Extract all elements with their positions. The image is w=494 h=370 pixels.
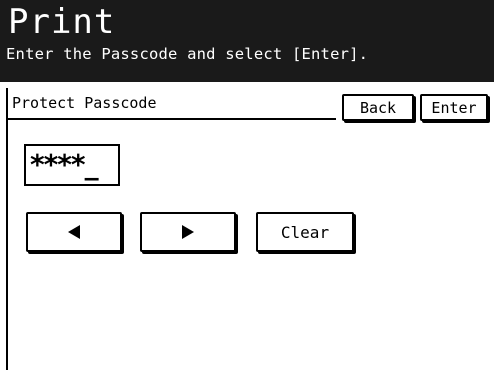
cursor-right-button[interactable] [140, 212, 236, 252]
text-cursor: _ [84, 148, 99, 181]
passcode-field-label: Protect Passcode [12, 94, 157, 112]
cursor-left-button[interactable] [26, 212, 122, 252]
page-title: Print [8, 2, 116, 42]
header-bar: Print Enter the Passcode and select [Ent… [0, 0, 494, 82]
print-passcode-screen: Print Enter the Passcode and select [Ent… [0, 0, 494, 370]
instruction-text: Enter the Passcode and select [Enter]. [6, 45, 369, 63]
clear-button[interactable]: Clear [256, 212, 354, 252]
field-label-divider [8, 118, 336, 120]
right-arrow-icon [182, 225, 194, 239]
passcode-masked-value: **** [30, 148, 86, 181]
enter-button[interactable]: Enter [420, 94, 488, 121]
back-button[interactable]: Back [342, 94, 414, 121]
left-arrow-icon [68, 225, 80, 239]
passcode-input[interactable]: ****_ [24, 144, 120, 186]
content-frame-border [6, 88, 8, 370]
